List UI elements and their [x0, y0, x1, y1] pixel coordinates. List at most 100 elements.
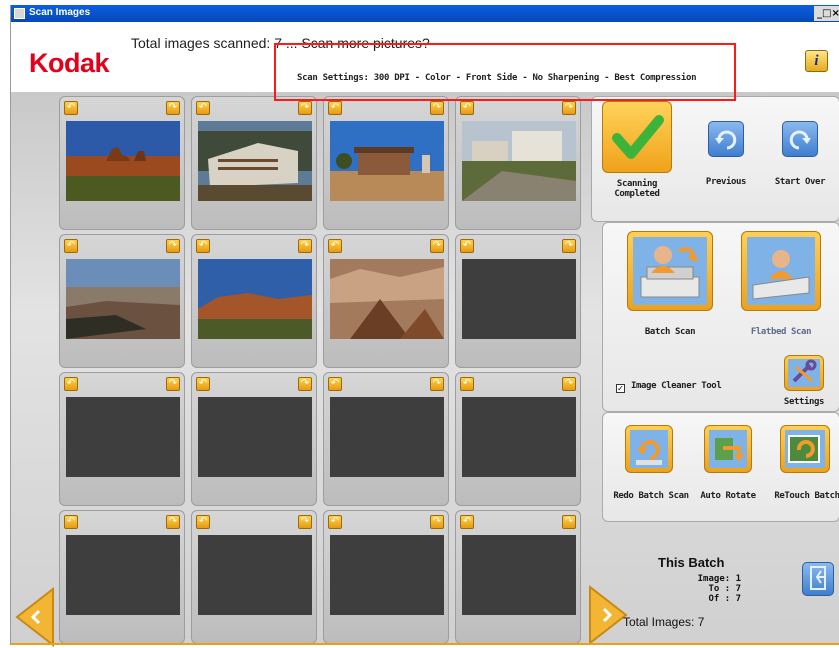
empty-photo-slot	[462, 259, 576, 339]
rotate-left-icon[interactable]: ↶	[328, 239, 342, 253]
title-bar[interactable]: Scan Images _□×	[11, 5, 839, 22]
rotate-right-icon[interactable]: ↷	[298, 239, 312, 253]
rotate-left-icon[interactable]: ↶	[64, 377, 78, 391]
rotate-left-icon[interactable]: ↶	[328, 377, 342, 391]
previous-page-arrow-icon[interactable]	[15, 587, 55, 647]
empty-photo-slot	[462, 535, 576, 615]
thumbnail-grid: ↶ ↷ ↶ ↷ ↶ ↷ ↶ ↷ ↶ ↷ ↶ ↷ ↶ ↷ ↶ ↷ ↶ ↷ ↶ ↷ …	[59, 92, 589, 645]
thumbnail-slot[interactable]: ↶ ↷	[59, 510, 185, 644]
scanned-photo[interactable]	[66, 259, 180, 339]
start-over-button[interactable]	[782, 121, 818, 157]
rotate-right-icon[interactable]: ↷	[298, 377, 312, 391]
scanning-completed-label: Scanning Completed	[614, 179, 660, 199]
rotate-right-icon[interactable]: ↷	[430, 515, 444, 529]
redo-batch-scan-label: Redo Batch Scan	[613, 491, 689, 501]
rotate-right-icon[interactable]: ↷	[430, 101, 444, 115]
auto-rotate-button[interactable]	[704, 425, 752, 473]
thumbnail-slot[interactable]: ↶ ↷	[455, 96, 581, 230]
scanned-photo[interactable]	[330, 259, 444, 339]
scanned-photo[interactable]	[198, 259, 312, 339]
rotate-left-icon[interactable]: ↶	[460, 515, 474, 529]
rotate-left-icon[interactable]: ↶	[460, 239, 474, 253]
flatbed-scanner-icon	[747, 237, 815, 305]
rotate-right-icon[interactable]: ↷	[166, 377, 180, 391]
rotate-right-icon[interactable]: ↷	[562, 239, 576, 253]
auto-rotate-label: Auto Rotate	[700, 491, 756, 501]
rotate-left-icon[interactable]: ↶	[196, 377, 210, 391]
thumbnail-slot[interactable]: ↶ ↷	[191, 510, 317, 644]
redo-batch-scan-button[interactable]	[625, 425, 673, 473]
rotate-right-icon[interactable]: ↷	[430, 239, 444, 253]
scanned-photo[interactable]	[462, 121, 576, 201]
thumbnail-slot[interactable]: ↶ ↷	[323, 372, 449, 506]
thumbnail-slot[interactable]: ↶ ↷	[323, 96, 449, 230]
image-cleaner-checkbox[interactable]: ✓	[616, 384, 625, 393]
rotate-left-icon[interactable]: ↶	[196, 101, 210, 115]
retouch-batch-label: ReTouch Batch	[774, 491, 839, 501]
rotate-right-icon[interactable]: ↷	[562, 377, 576, 391]
info-button[interactable]: i	[805, 50, 828, 72]
checkmark-icon	[612, 115, 664, 159]
rotate-right-icon[interactable]: ↷	[166, 101, 180, 115]
previous-button[interactable]	[708, 121, 744, 157]
rotate-left-icon[interactable]: ↶	[328, 515, 342, 529]
undo-arrow-icon	[715, 130, 737, 150]
settings-button[interactable]	[784, 355, 824, 391]
exit-button[interactable]	[802, 562, 834, 596]
empty-photo-slot	[198, 397, 312, 477]
retouch-batch-button[interactable]	[780, 425, 830, 473]
scanned-photo[interactable]	[198, 121, 312, 201]
content-area: ↶ ↷ ↶ ↷ ↶ ↷ ↶ ↷ ↶ ↷ ↶ ↷ ↶ ↷ ↶ ↷ ↶ ↷ ↶ ↷ …	[11, 92, 839, 647]
rotate-right-icon[interactable]: ↷	[430, 377, 444, 391]
thumbnail-slot[interactable]: ↶ ↷	[323, 510, 449, 644]
empty-photo-slot	[330, 397, 444, 477]
rotate-left-icon[interactable]: ↶	[64, 239, 78, 253]
rotate-left-icon[interactable]: ↶	[196, 515, 210, 529]
thumbnail-slot[interactable]: ↶ ↷	[59, 372, 185, 506]
batch-scan-button[interactable]	[627, 231, 713, 311]
thumbnail-slot[interactable]: ↶ ↷	[191, 96, 317, 230]
rotate-left-icon[interactable]: ↶	[460, 377, 474, 391]
rotate-left-icon[interactable]: ↶	[196, 239, 210, 253]
thumbnail-slot[interactable]: ↶ ↷	[191, 234, 317, 368]
redo-scan-icon	[630, 430, 668, 468]
settings-label: Settings	[783, 397, 825, 407]
window-controls[interactable]: _□×	[814, 6, 839, 21]
batch-image-label: Image:	[697, 574, 731, 584]
app-icon	[14, 8, 25, 19]
thumbnail-slot[interactable]: ↶ ↷	[323, 234, 449, 368]
scanning-completed-button[interactable]	[602, 101, 672, 173]
rotate-right-icon[interactable]: ↷	[166, 515, 180, 529]
rotate-left-icon[interactable]: ↶	[460, 101, 474, 115]
thumbnail-slot[interactable]: ↶ ↷	[455, 372, 581, 506]
flatbed-scan-button[interactable]	[741, 231, 821, 311]
batch-info: This Batch Image: 1 To : 7 Of : 7 Total …	[611, 555, 801, 640]
rotate-right-icon[interactable]: ↷	[562, 101, 576, 115]
rotate-left-icon[interactable]: ↶	[64, 515, 78, 529]
scan-images-window: Scan Images _□× Kodak Total images scann…	[10, 5, 839, 647]
batch-scan-label: Batch Scan	[644, 327, 696, 337]
previous-label: Previous	[705, 177, 747, 187]
rotate-right-icon[interactable]: ↷	[298, 101, 312, 115]
scanned-photo[interactable]	[330, 121, 444, 201]
thumbnail-slot[interactable]: ↶ ↷	[455, 510, 581, 644]
scanned-photo[interactable]	[66, 121, 180, 201]
rotate-right-icon[interactable]: ↷	[298, 515, 312, 529]
empty-photo-slot	[462, 397, 576, 477]
wrench-settings-icon	[788, 359, 820, 387]
batch-actions-panel: Redo Batch Scan Auto Rotate ReTouch Batc…	[602, 412, 839, 522]
empty-photo-slot	[66, 397, 180, 477]
rotate-right-icon[interactable]: ↷	[166, 239, 180, 253]
window-title: Scan Images	[29, 7, 91, 18]
thumbnail-slot[interactable]: ↶ ↷	[455, 234, 581, 368]
flatbed-scan-label: Flatbed Scan	[750, 327, 812, 337]
thumbnail-slot[interactable]: ↶ ↷	[59, 96, 185, 230]
redo-arrow-icon	[789, 130, 811, 150]
thumbnail-slot[interactable]: ↶ ↷	[191, 372, 317, 506]
thumbnail-slot[interactable]: ↶ ↷	[59, 234, 185, 368]
batch-image-value: 1	[735, 574, 741, 584]
rotate-left-icon[interactable]: ↶	[64, 101, 78, 115]
retouch-photo-icon	[785, 430, 825, 468]
rotate-left-icon[interactable]: ↶	[328, 101, 342, 115]
rotate-right-icon[interactable]: ↷	[562, 515, 576, 529]
